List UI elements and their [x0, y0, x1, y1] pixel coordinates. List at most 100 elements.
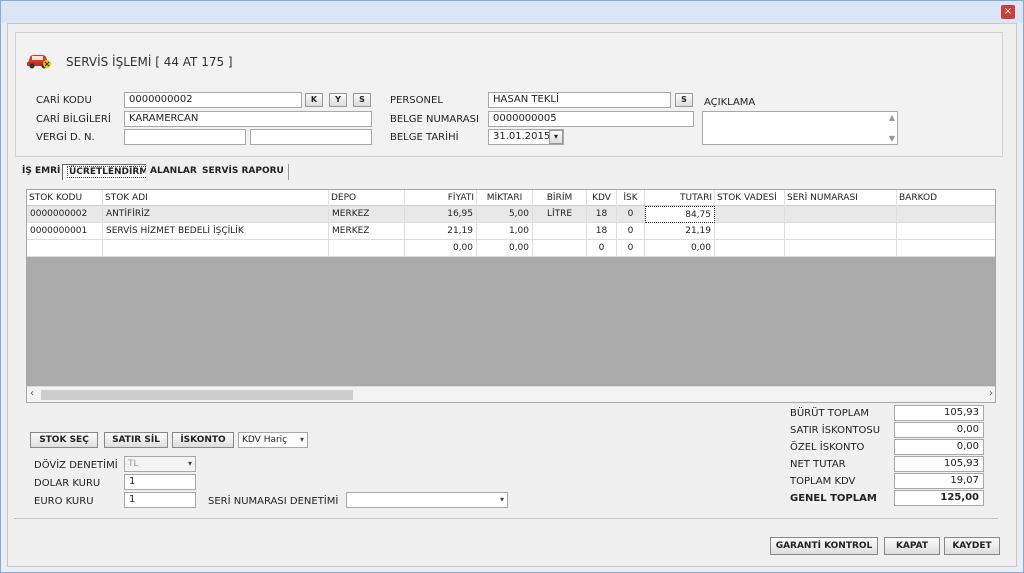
cell-stok-vadesi[interactable]: [715, 240, 785, 257]
col-isk[interactable]: İSK: [617, 190, 645, 206]
cell-depo[interactable]: MERKEZ: [329, 206, 405, 223]
stok-sec-button[interactable]: STOK SEÇ: [30, 432, 98, 448]
cell-miktari[interactable]: 5,00: [477, 206, 533, 223]
cari-kodu-field[interactable]: 0000000002: [124, 92, 302, 108]
s-button[interactable]: S: [353, 93, 371, 107]
col-seri-numarasi[interactable]: SERİ NUMARASI: [785, 190, 897, 206]
ozel-iskonto-value[interactable]: 0,00: [894, 439, 984, 455]
cell-isk[interactable]: 0: [617, 223, 645, 240]
cell-fiyati[interactable]: 0,00: [405, 240, 477, 257]
table-row[interactable]: 0000000001 SERVİS HİZMET BEDELİ İŞÇİLİK …: [27, 223, 995, 240]
horizontal-scrollbar[interactable]: ‹ ›: [27, 386, 995, 402]
items-grid[interactable]: STOK KODU STOK ADI DEPO FİYATI MİKTARI B…: [26, 189, 996, 403]
col-stok-vadesi[interactable]: STOK VADESİ: [715, 190, 785, 206]
personel-field[interactable]: HASAN TEKLİ: [488, 92, 671, 108]
scroll-down-icon[interactable]: ▼: [889, 134, 895, 143]
cell-miktari[interactable]: 1,00: [477, 223, 533, 240]
cell-depo[interactable]: [329, 240, 405, 257]
satir-iskontosu-value: 0,00: [894, 422, 984, 438]
cell-tutari[interactable]: 84,75: [645, 206, 715, 223]
euro-field[interactable]: 1: [124, 492, 196, 508]
tab-servis-raporu[interactable]: SERVİS RAPORU: [198, 164, 289, 180]
cari-bilgileri-field[interactable]: KARAMERCAN: [124, 111, 372, 127]
scroll-right-icon[interactable]: ›: [989, 388, 993, 399]
tab-is-emri[interactable]: İŞ EMRİ: [18, 164, 66, 180]
satir-sil-button[interactable]: SATIR SİL: [104, 432, 168, 448]
toplam-kdv-label: TOPLAM KDV: [790, 476, 856, 487]
scroll-thumb[interactable]: [41, 390, 353, 400]
cell-tutari[interactable]: 21,19: [645, 223, 715, 240]
cell-stok-adi[interactable]: [103, 240, 329, 257]
cell-stok-kodu[interactable]: 0000000001: [27, 223, 103, 240]
cell-stok-vadesi[interactable]: [715, 223, 785, 240]
cell-seri-numarasi[interactable]: [785, 223, 897, 240]
date-dropdown-icon[interactable]: ▾: [549, 130, 563, 144]
title-bar: ×: [1, 1, 1023, 23]
y-button[interactable]: Y: [329, 93, 347, 107]
tab-alanlar[interactable]: ALANLAR: [146, 164, 202, 180]
vergi-dairesi-field[interactable]: [124, 129, 246, 145]
doviz-select-value: TL: [128, 459, 139, 469]
cell-birim[interactable]: [533, 240, 587, 257]
cell-stok-kodu[interactable]: 0000000002: [27, 206, 103, 223]
kdv-select-value: KDV Hariç: [242, 435, 288, 445]
toplam-kdv-value: 19,07: [894, 473, 984, 489]
scroll-left-icon[interactable]: ‹: [30, 388, 34, 399]
cell-fiyati[interactable]: 16,95: [405, 206, 477, 223]
col-barkod[interactable]: BARKOD: [897, 190, 995, 206]
col-birim[interactable]: BİRİM: [533, 190, 587, 206]
cell-depo[interactable]: MERKEZ: [329, 223, 405, 240]
personel-s-button[interactable]: S: [675, 93, 693, 107]
cell-kdv[interactable]: 18: [587, 223, 617, 240]
cell-isk[interactable]: 0: [617, 206, 645, 223]
doviz-select[interactable]: TL ▾: [124, 456, 196, 472]
col-depo[interactable]: DEPO: [329, 190, 405, 206]
seri-denetimi-select[interactable]: ▾: [346, 492, 508, 508]
cell-kdv[interactable]: 0: [587, 240, 617, 257]
personel-label: PERSONEL: [390, 95, 443, 106]
chevron-down-icon: ▾: [499, 495, 504, 504]
cell-miktari[interactable]: 0,00: [477, 240, 533, 257]
cell-stok-adi[interactable]: ANTİFİRİZ: [103, 206, 329, 223]
kapat-button[interactable]: KAPAT: [884, 537, 940, 555]
cell-stok-adi[interactable]: SERVİS HİZMET BEDELİ İŞÇİLİK: [103, 223, 329, 240]
cell-stok-kodu[interactable]: [27, 240, 103, 257]
garanti-kontrol-button[interactable]: GARANTİ KONTROL: [770, 537, 878, 555]
cell-barkod[interactable]: [897, 240, 995, 257]
cell-stok-vadesi[interactable]: [715, 206, 785, 223]
cell-barkod[interactable]: [897, 223, 995, 240]
k-button[interactable]: K: [305, 93, 323, 107]
table-row[interactable]: 0,00 0,00 0 0 0,00: [27, 240, 995, 257]
grid-header: STOK KODU STOK ADI DEPO FİYATI MİKTARI B…: [27, 190, 995, 206]
cari-kodu-label: CARİ KODU: [36, 95, 92, 106]
close-button[interactable]: ×: [1001, 5, 1015, 19]
cell-birim[interactable]: LİTRE: [533, 206, 587, 223]
cell-fiyati[interactable]: 21,19: [405, 223, 477, 240]
aciklama-textarea[interactable]: ▲ ▼: [702, 111, 898, 145]
col-kdv[interactable]: KDV: [587, 190, 617, 206]
vergi-no-field[interactable]: [250, 129, 372, 145]
cell-tutari[interactable]: 0,00: [645, 240, 715, 257]
col-stok-adi[interactable]: STOK ADI: [103, 190, 329, 206]
col-fiyati[interactable]: FİYATI: [405, 190, 477, 206]
kdv-select[interactable]: KDV Hariç ▾: [238, 432, 308, 448]
iskonto-button[interactable]: İSKONTO: [172, 432, 234, 448]
kaydet-button[interactable]: KAYDET: [944, 537, 1000, 555]
cell-isk[interactable]: 0: [617, 240, 645, 257]
cell-seri-numarasi[interactable]: [785, 206, 897, 223]
cell-barkod[interactable]: [897, 206, 995, 223]
col-miktari[interactable]: MİKTARI: [477, 190, 533, 206]
cell-kdv[interactable]: 18: [587, 206, 617, 223]
vergi-label: VERGİ D. N.: [36, 132, 95, 143]
dolar-field[interactable]: 1: [124, 474, 196, 490]
col-tutari[interactable]: TUTARI: [645, 190, 715, 206]
cell-birim[interactable]: [533, 223, 587, 240]
belge-no-field[interactable]: 0000000005: [488, 111, 694, 127]
scroll-up-icon[interactable]: ▲: [889, 113, 895, 122]
ozel-iskonto-label: ÖZEL İSKONTO: [790, 442, 865, 453]
net-tutar-label: NET TUTAR: [790, 459, 846, 470]
cell-seri-numarasi[interactable]: [785, 240, 897, 257]
table-row[interactable]: 0000000002 ANTİFİRİZ MERKEZ 16,95 5,00 L…: [27, 206, 995, 223]
col-stok-kodu[interactable]: STOK KODU: [27, 190, 103, 206]
chevron-down-icon: ▾: [299, 435, 304, 444]
